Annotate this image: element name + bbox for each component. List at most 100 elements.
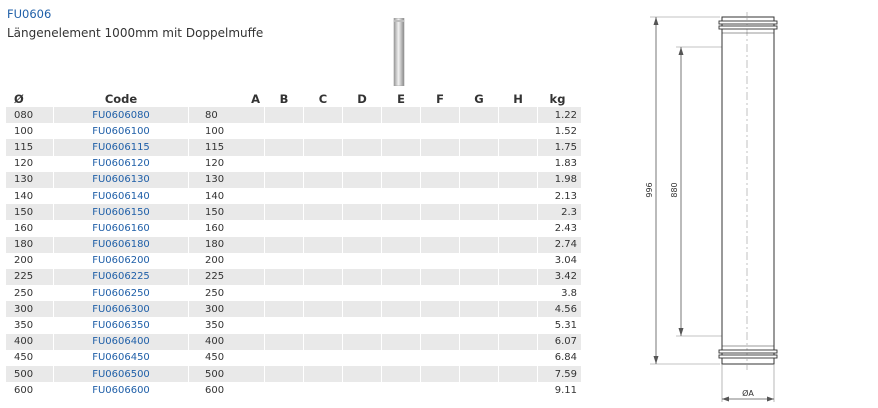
cell-code-link[interactable]: FU0606250 <box>54 285 188 302</box>
cell-b <box>265 187 303 205</box>
cell-weight: 2.3 <box>538 204 581 221</box>
cell-h <box>499 236 537 253</box>
cell-weight: 1.98 <box>538 171 581 188</box>
inner-length-label: 880 <box>670 182 679 197</box>
cell-code-link[interactable]: FU0606500 <box>54 366 188 383</box>
column-header-h: H <box>513 91 523 106</box>
cell-c <box>304 187 342 205</box>
cell-weight: 2.13 <box>538 187 581 205</box>
cell-code-link[interactable]: FU0606150 <box>54 204 188 221</box>
cell-h <box>499 382 537 399</box>
cell-d <box>343 382 381 399</box>
cell-d <box>343 123 381 140</box>
cell-weight: 5.31 <box>538 317 581 334</box>
cell-code-link[interactable]: FU0606130 <box>54 171 188 188</box>
cell-g <box>460 301 498 318</box>
cell-c <box>304 301 342 318</box>
cell-c <box>304 204 342 221</box>
cell-f <box>421 252 459 269</box>
cell-g <box>460 204 498 221</box>
cell-f <box>421 366 459 383</box>
cell-a: 200 <box>189 252 264 269</box>
column-header-f: F <box>436 91 444 106</box>
cell-code-link[interactable]: FU0606120 <box>54 155 188 172</box>
cell-g <box>460 382 498 399</box>
cell-d <box>343 301 381 318</box>
cell-code-link[interactable]: FU0606300 <box>54 301 188 318</box>
cell-h <box>499 366 537 383</box>
cell-f <box>421 220 459 237</box>
cell-weight: 1.75 <box>538 139 581 156</box>
cell-b <box>265 236 303 253</box>
cell-code-link[interactable]: FU0606080 <box>54 107 188 124</box>
table-header-row: Ø Code A B C D E F G H kg <box>6 90 581 107</box>
cell-e <box>382 301 420 318</box>
cell-e <box>382 268 420 286</box>
cell-weight: 7.59 <box>538 366 581 383</box>
cell-code-link[interactable]: FU0606115 <box>54 139 188 156</box>
cell-code-link[interactable]: FU0606200 <box>54 252 188 269</box>
cell-c <box>304 285 342 302</box>
cell-e <box>382 317 420 334</box>
cell-code-link[interactable]: FU0606140 <box>54 187 188 205</box>
cell-a: 225 <box>189 268 264 286</box>
cell-d <box>343 333 381 350</box>
cell-a: 250 <box>189 285 264 302</box>
column-header-diameter: Ø <box>14 91 24 106</box>
column-header-c: C <box>318 91 328 106</box>
cell-c <box>304 382 342 399</box>
cell-h <box>499 187 537 205</box>
cell-code-link[interactable]: FU0606225 <box>54 268 188 286</box>
cell-f <box>421 333 459 350</box>
cell-f <box>421 171 459 188</box>
column-header-b: B <box>279 91 289 106</box>
column-header-d: D <box>357 91 367 106</box>
cell-g <box>460 366 498 383</box>
cell-c <box>304 252 342 269</box>
cell-c <box>304 155 342 172</box>
cell-d <box>343 204 381 221</box>
cell-h <box>499 268 537 286</box>
cell-diameter: 450 <box>6 349 53 366</box>
pipe-thumbnail-image <box>393 18 405 86</box>
technical-drawing: 996 880 ØA <box>645 12 778 402</box>
table-row: 160 FU0606160 160 2.43 <box>6 220 581 237</box>
cell-weight: 4.56 <box>538 301 581 318</box>
cell-c <box>304 349 342 366</box>
cell-code-link[interactable]: FU0606600 <box>54 382 188 399</box>
cell-code-link[interactable]: FU0606350 <box>54 317 188 334</box>
cell-code-link[interactable]: FU0606180 <box>54 236 188 253</box>
cell-diameter: 150 <box>6 204 53 221</box>
cell-f <box>421 187 459 205</box>
column-header-code: Code <box>104 91 138 106</box>
cell-code-link[interactable]: FU0606400 <box>54 333 188 350</box>
cell-weight: 1.52 <box>538 123 581 140</box>
cell-a: 600 <box>189 382 264 399</box>
cell-code-link[interactable]: FU0606160 <box>54 220 188 237</box>
table-row: 350 FU0606350 350 5.31 <box>6 317 581 334</box>
cell-b <box>265 139 303 156</box>
column-header-g: G <box>474 91 484 106</box>
cell-diameter: 200 <box>6 252 53 269</box>
cell-a: 130 <box>189 171 264 188</box>
table-row: 130 FU0606130 130 1.98 <box>6 171 581 188</box>
cell-f <box>421 155 459 172</box>
cell-code-link[interactable]: FU0606450 <box>54 349 188 366</box>
cell-f <box>421 236 459 253</box>
cell-d <box>343 187 381 205</box>
table-row: 300 FU0606300 300 4.56 <box>6 301 581 318</box>
product-subtitle: Längenelement 1000mm mit Doppelmuffe <box>7 26 264 40</box>
cell-g <box>460 333 498 350</box>
cell-d <box>343 252 381 269</box>
cell-d <box>343 155 381 172</box>
cell-h <box>499 317 537 334</box>
cell-f <box>421 123 459 140</box>
cell-h <box>499 123 537 140</box>
cell-code-link[interactable]: FU0606100 <box>54 123 188 140</box>
cell-f <box>421 107 459 124</box>
cell-h <box>499 285 537 302</box>
cell-e <box>382 285 420 302</box>
cell-diameter: 300 <box>6 301 53 318</box>
cell-a: 150 <box>189 204 264 221</box>
cell-g <box>460 349 498 366</box>
